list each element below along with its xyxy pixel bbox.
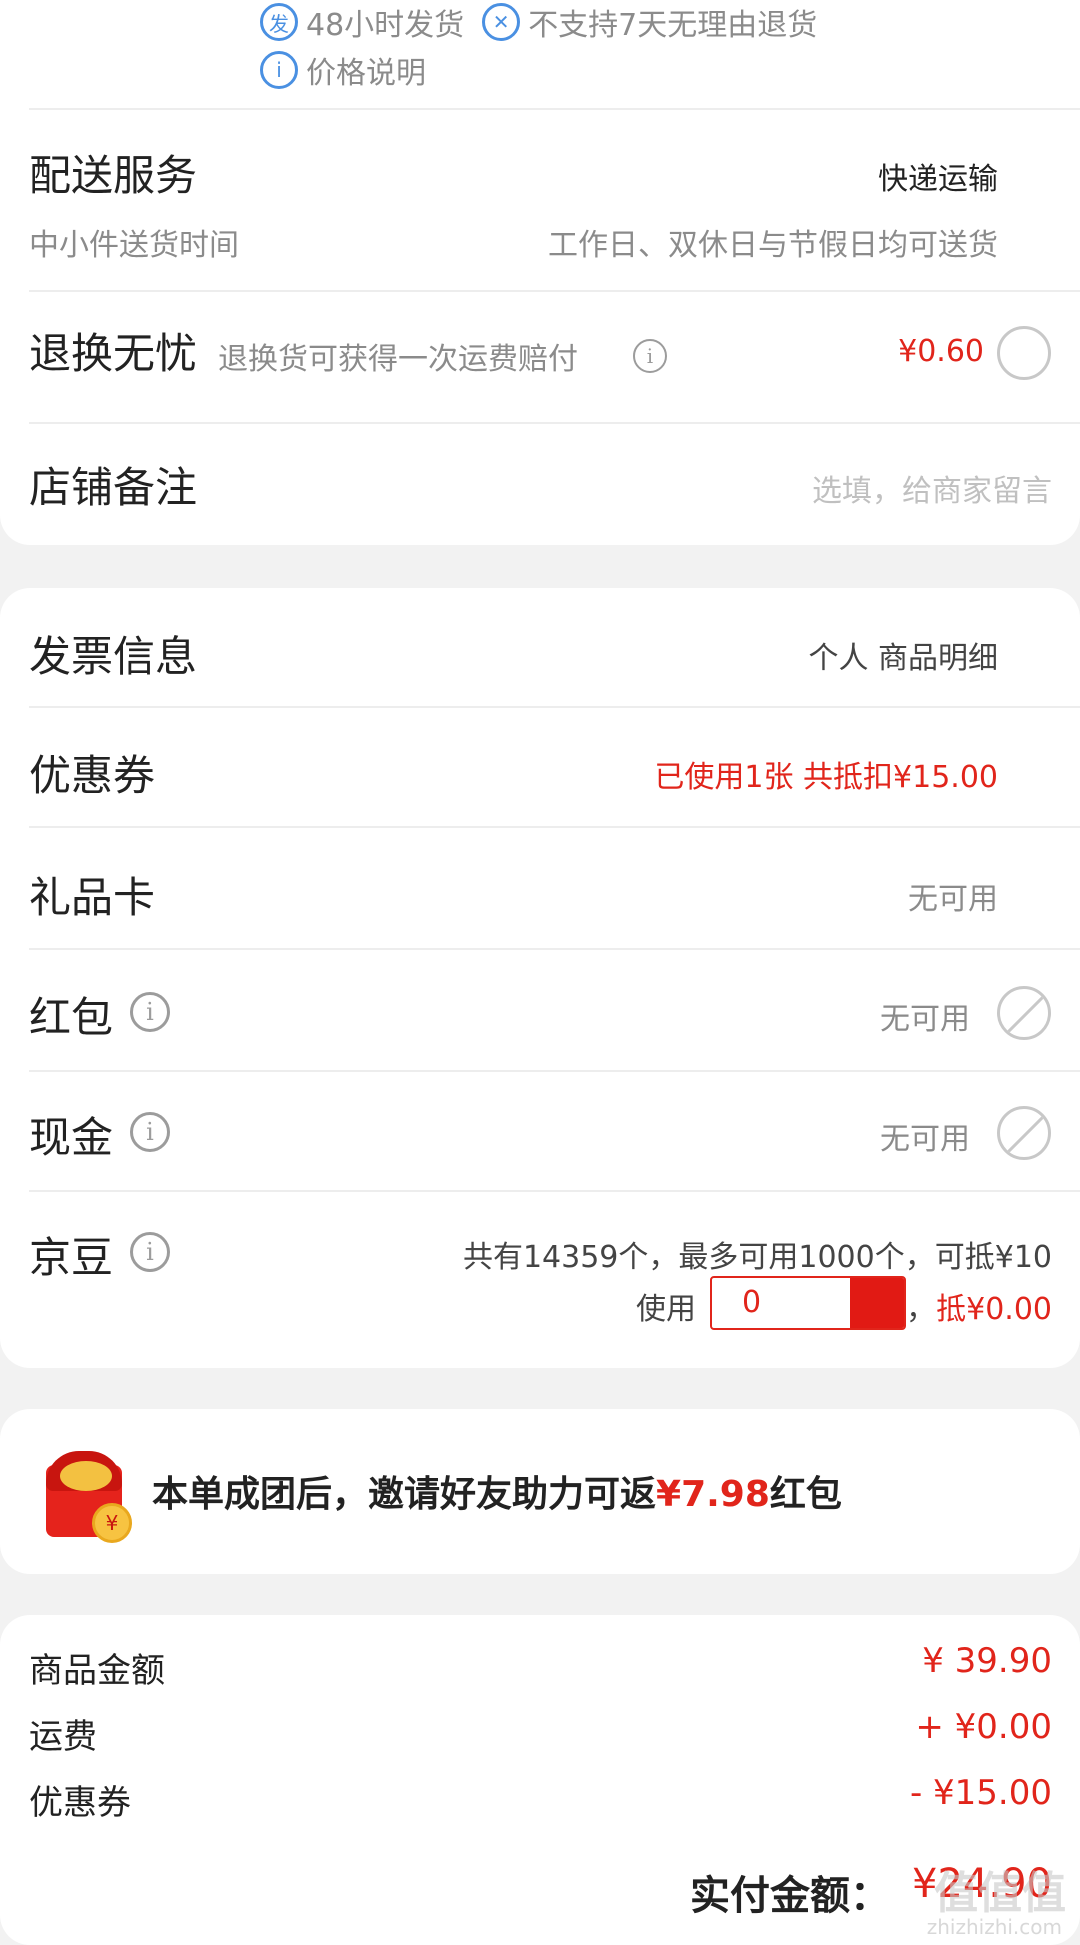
jd-beans-deduct: 抵¥0.00 xyxy=(936,1292,1052,1327)
jd-beans-input[interactable]: 0 xyxy=(710,1276,906,1330)
divider xyxy=(29,826,1080,828)
payment-options-card: 发票信息 个人 商品明细 优惠券 已使用1张 共抵扣¥15.00 礼品卡 无可用… xyxy=(0,588,1080,1368)
divider xyxy=(29,422,1080,424)
promo-text-before: 本单成团后，邀请好友助力可返 xyxy=(152,1474,657,1515)
delivery-time-value: 工作日、双休日与节假日均可送货 xyxy=(548,228,998,263)
jd-beans-confirm-button[interactable] xyxy=(850,1278,904,1328)
divider xyxy=(29,1070,1080,1072)
cash-value: 无可用 xyxy=(880,1122,970,1157)
watermark: 值值值 xyxy=(934,1868,1066,1919)
info-icon[interactable]: i xyxy=(130,1112,170,1152)
goods-amount-label: 商品金额 xyxy=(29,1651,165,1691)
red-packet-value: 无可用 xyxy=(880,1002,970,1037)
invoice-value[interactable]: 个人 商品明细 xyxy=(808,633,998,677)
disabled-icon xyxy=(997,986,1051,1040)
goods-amount-value: ¥ 39.90 xyxy=(922,1641,1052,1681)
jd-beans-input-value[interactable]: 0 xyxy=(712,1278,850,1328)
promo-amount: ¥7.98 xyxy=(656,1474,770,1515)
order-options-card: 发 48小时发货 ✕ 不支持7天无理由退货 i 价格说明 配送服务 快递运输 中… xyxy=(0,0,1080,545)
coupon-discount-value: - ¥15.00 xyxy=(909,1773,1052,1813)
return-worry-title: 退换无忧 xyxy=(29,329,198,378)
gift-card-title: 礼品卡 xyxy=(29,873,156,922)
group-promo-card[interactable]: ¥ 本单成团后，邀请好友助力可返¥7.98红包 xyxy=(0,1409,1080,1574)
jd-beans-title: 京豆 xyxy=(29,1233,114,1282)
promo-text-after: 红包 xyxy=(769,1474,842,1515)
info-icon[interactable]: i xyxy=(130,1232,170,1272)
price-note-link[interactable]: i 价格说明 xyxy=(260,48,426,92)
coupon-value[interactable]: 已使用1张 共抵扣¥15.00 xyxy=(654,752,998,796)
return-worry-price: ¥0.60 xyxy=(898,334,984,369)
disabled-icon xyxy=(997,1106,1051,1160)
ship-icon: 发 xyxy=(260,3,298,41)
divider xyxy=(29,706,1080,708)
shipping-tags: 发 48小时发货 ✕ 不支持7天无理由退货 xyxy=(260,0,817,44)
price-summary-card: 商品金额 ¥ 39.90 运费 + ¥0.00 优惠券 - ¥15.00 实付金… xyxy=(0,1615,1080,1945)
divider xyxy=(29,1190,1080,1192)
info-icon: i xyxy=(260,51,298,89)
return-worry-radio[interactable] xyxy=(997,326,1051,380)
jd-beans-summary: 共有14359个，最多可用1000个，可抵¥10 xyxy=(462,1240,1052,1275)
red-envelope-icon: ¥ xyxy=(42,1451,132,1543)
jd-beans-comma: ， xyxy=(906,1292,936,1327)
red-packet-title: 红包 xyxy=(29,993,114,1042)
delivery-method[interactable]: 快递运输 xyxy=(878,154,998,198)
invoice-title: 发票信息 xyxy=(29,632,198,681)
total-label: 实付金额： xyxy=(690,1873,890,1919)
delivery-time-label: 中小件送货时间 xyxy=(29,228,239,263)
watermark-url: zhizhizhi.com xyxy=(926,1915,1062,1939)
cash-title: 现金 xyxy=(29,1113,114,1162)
shop-note-title: 店铺备注 xyxy=(29,463,198,512)
info-icon[interactable]: i xyxy=(633,339,667,373)
no-return-label: 不支持7天无理由退货 xyxy=(528,8,818,43)
jd-beans-use-label: 使用 xyxy=(636,1292,696,1327)
promo-text: 本单成团后，邀请好友助力可返¥7.98红包 xyxy=(152,1465,842,1517)
delivery-title: 配送服务 xyxy=(29,151,198,200)
info-icon[interactable]: i xyxy=(130,992,170,1032)
return-worry-desc: 退换货可获得一次运费赔付 xyxy=(218,342,578,377)
divider xyxy=(29,290,1080,292)
shipping-fee-label: 运费 xyxy=(29,1717,97,1757)
coupon-title: 优惠券 xyxy=(29,751,156,800)
coupon-discount-label: 优惠券 xyxy=(29,1783,131,1823)
gift-card-value[interactable]: 无可用 xyxy=(908,874,998,918)
price-note-label: 价格说明 xyxy=(306,56,426,91)
shipping-fee-value: + ¥0.00 xyxy=(915,1707,1052,1747)
divider xyxy=(29,108,1080,110)
shop-note-input[interactable]: 选填，给商家留言 xyxy=(812,466,1052,510)
no-return-icon: ✕ xyxy=(482,3,521,41)
ship-label: 48小时发货 xyxy=(306,8,465,43)
divider xyxy=(29,948,1080,950)
